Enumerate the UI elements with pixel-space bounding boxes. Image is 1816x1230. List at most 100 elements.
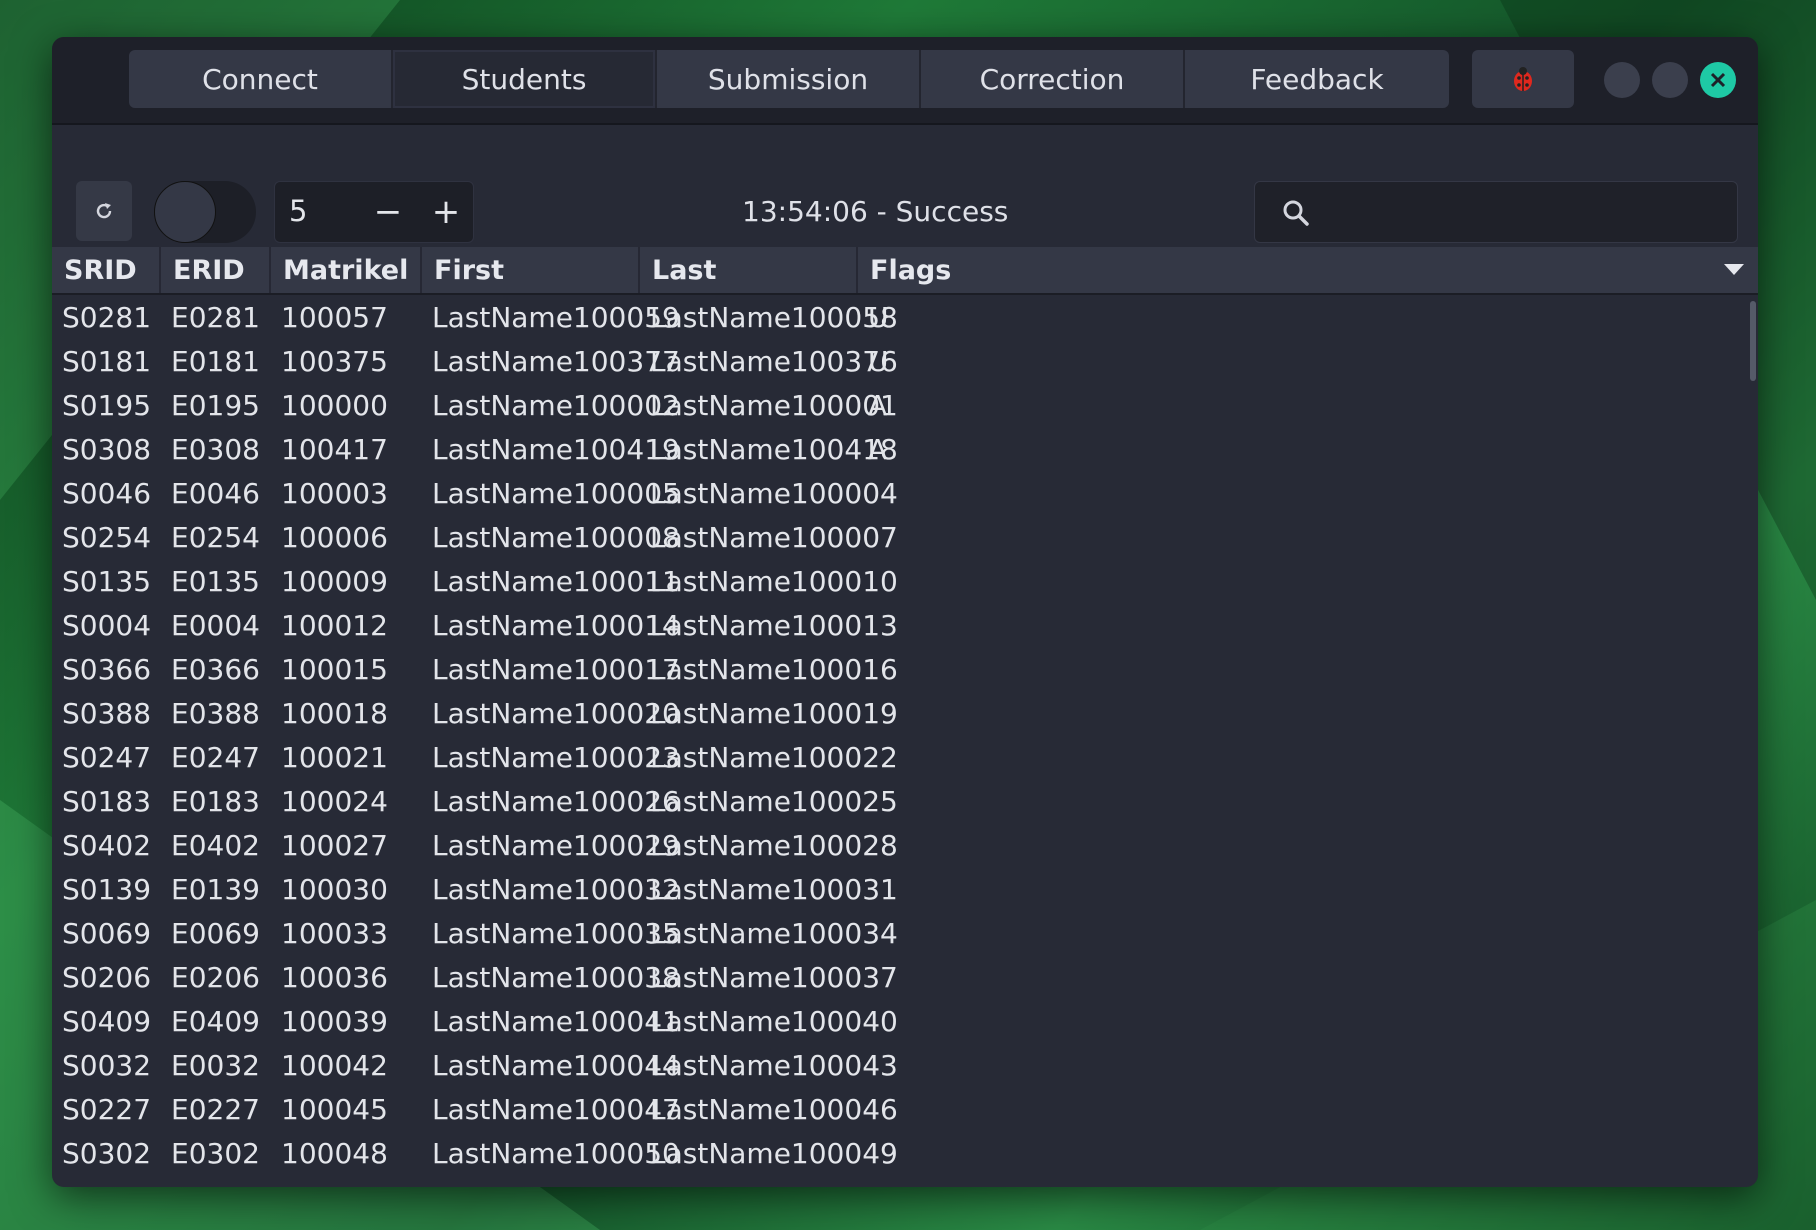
cell-first: LastName100020 <box>432 696 680 730</box>
cell-matrikel: 100021 <box>281 740 388 774</box>
table-row[interactable]: S0409 E0409 100039 LastName100041 LastName10… <box>52 999 1758 1043</box>
cell-first: LastName100041 <box>432 1004 680 1038</box>
cell-first: LastName100011 <box>432 564 680 598</box>
cell-erid: E0195 <box>171 388 260 422</box>
cell-last: LastName100049 <box>650 1136 898 1170</box>
cell-last: LastName100028 <box>650 828 898 862</box>
table-row[interactable]: S0135 E0135 100009 LastName100011 LastName10… <box>52 559 1758 603</box>
refresh-button[interactable] <box>76 181 132 241</box>
cell-srid: S0302 <box>62 1136 152 1170</box>
cell-matrikel: 100045 <box>281 1092 388 1126</box>
toolbar: 5 − + 13:54:06 - Success <box>52 125 1758 245</box>
minimize-button[interactable] <box>1604 62 1640 98</box>
cell-last: LastName100037 <box>650 960 898 994</box>
cell-matrikel: 100003 <box>281 476 388 510</box>
cell-last: LastName100034 <box>650 916 898 950</box>
cell-erid: E0069 <box>171 916 260 950</box>
cell-last: LastName100376 <box>650 344 898 378</box>
cell-last: LastName100040 <box>650 1004 898 1038</box>
column-header-flags[interactable]: Flags <box>858 247 1758 293</box>
close-icon <box>1710 72 1726 88</box>
cell-srid: S0409 <box>62 1004 152 1038</box>
cell-srid: S0183 <box>62 784 152 818</box>
cell-erid: E0032 <box>171 1048 260 1082</box>
search-input[interactable] <box>1325 192 1719 234</box>
stepper-value[interactable]: 5 <box>289 194 307 228</box>
cell-erid: E0004 <box>171 608 260 642</box>
column-header-first[interactable]: First <box>422 247 640 293</box>
cell-matrikel: 100009 <box>281 564 388 598</box>
table-row[interactable]: S0139 E0139 100030 LastName100032 LastName10… <box>52 867 1758 911</box>
close-button[interactable] <box>1700 62 1736 98</box>
cell-srid: S0135 <box>62 564 152 598</box>
cell-srid: S0281 <box>62 300 152 334</box>
table-row[interactable]: S0366 E0366 100015 LastName100017 LastName10… <box>52 647 1758 691</box>
maximize-button[interactable] <box>1652 62 1688 98</box>
table-row[interactable]: S0388 E0388 100018 LastName100020 LastName10… <box>52 691 1758 735</box>
tab-connect[interactable]: Connect <box>129 50 393 108</box>
cell-srid: S0366 <box>62 652 152 686</box>
column-header-last[interactable]: Last <box>640 247 858 293</box>
table-row[interactable]: S0004 E0004 100012 LastName100014 LastName10… <box>52 603 1758 647</box>
toggle-switch[interactable] <box>154 181 256 243</box>
status-text: 13:54:06 - Success <box>742 195 1009 228</box>
cell-first: LastName100377 <box>432 344 680 378</box>
cell-matrikel: 100417 <box>281 432 388 466</box>
cell-erid: E0247 <box>171 740 260 774</box>
column-header-matrikel[interactable]: Matrikel <box>271 247 422 293</box>
app-window: Connect Students Submission Correction F… <box>52 37 1758 1187</box>
debug-button[interactable] <box>1472 50 1574 108</box>
tab-submission[interactable]: Submission <box>657 50 921 108</box>
column-header-erid[interactable]: ERID <box>161 247 271 293</box>
cell-matrikel: 100039 <box>281 1004 388 1038</box>
cell-first: LastName100014 <box>432 608 680 642</box>
cell-first: LastName100038 <box>432 960 680 994</box>
cell-last: LastName100031 <box>650 872 898 906</box>
tab-correction[interactable]: Correction <box>921 50 1185 108</box>
tab-feedback[interactable]: Feedback <box>1185 50 1449 108</box>
cell-first: LastName100002 <box>432 388 680 422</box>
search-icon <box>1283 200 1309 226</box>
cell-matrikel: 100027 <box>281 828 388 862</box>
column-header-srid[interactable]: SRID <box>52 247 161 293</box>
tab-bar: Connect Students Submission Correction F… <box>129 50 1449 108</box>
table-row[interactable]: S0181 E0181 100375 LastName100377 LastName10… <box>52 339 1758 383</box>
table-row[interactable]: S0069 E0069 100033 LastName100035 LastName10… <box>52 911 1758 955</box>
cell-erid: E0206 <box>171 960 260 994</box>
chevron-down-icon[interactable] <box>1724 264 1744 276</box>
cell-last: LastName100418 <box>650 432 898 466</box>
table-row[interactable]: S0302 E0302 100048 LastName100050 LastName10… <box>52 1131 1758 1175</box>
cell-erid: E0366 <box>171 652 260 686</box>
table-row[interactable]: S0281 E0281 100057 LastName100059 LastName10… <box>52 295 1758 339</box>
table-row[interactable]: S0247 E0247 100021 LastName100023 LastName10… <box>52 735 1758 779</box>
table-row[interactable]: S0032 E0032 100042 LastName100044 LastName10… <box>52 1043 1758 1087</box>
cell-last: LastName100058 <box>650 300 898 334</box>
increment-button[interactable]: + <box>417 182 475 242</box>
search-box[interactable] <box>1254 181 1738 243</box>
cell-last: LastName100010 <box>650 564 898 598</box>
cell-srid: S0046 <box>62 476 152 510</box>
cell-first: LastName100059 <box>432 300 680 334</box>
table-row[interactable]: S0195 E0195 100000 LastName100002 LastName10… <box>52 383 1758 427</box>
cell-srid: S0139 <box>62 872 152 906</box>
table-row[interactable]: S0308 E0308 100417 LastName100419 LastName10… <box>52 427 1758 471</box>
cell-last: LastName100001 <box>650 388 898 422</box>
table-header: SRID ERID Matrikel First Last Flags <box>52 247 1758 295</box>
tab-students[interactable]: Students <box>393 50 657 108</box>
cell-flags: A <box>868 432 888 466</box>
cell-erid: E0302 <box>171 1136 260 1170</box>
table-row[interactable]: S0183 E0183 100024 LastName100026 LastName10… <box>52 779 1758 823</box>
table-row[interactable]: S0227 E0227 100045 LastName100047 LastName10… <box>52 1087 1758 1131</box>
cell-first: LastName100026 <box>432 784 680 818</box>
cell-flags: A <box>868 388 888 422</box>
cell-srid: S0247 <box>62 740 152 774</box>
cell-erid: E0402 <box>171 828 260 862</box>
decrement-button[interactable]: − <box>359 182 417 242</box>
table-row[interactable]: S0046 E0046 100003 LastName100005 LastName10… <box>52 471 1758 515</box>
scrollbar[interactable] <box>1750 301 1756 381</box>
table-row[interactable]: S0402 E0402 100027 LastName100029 LastName10… <box>52 823 1758 867</box>
table-row[interactable]: S0254 E0254 100006 LastName100008 LastName10… <box>52 515 1758 559</box>
table-row[interactable]: S0206 E0206 100036 LastName100038 LastName10… <box>52 955 1758 999</box>
refresh-icon <box>96 203 112 219</box>
cell-matrikel: 100006 <box>281 520 388 554</box>
